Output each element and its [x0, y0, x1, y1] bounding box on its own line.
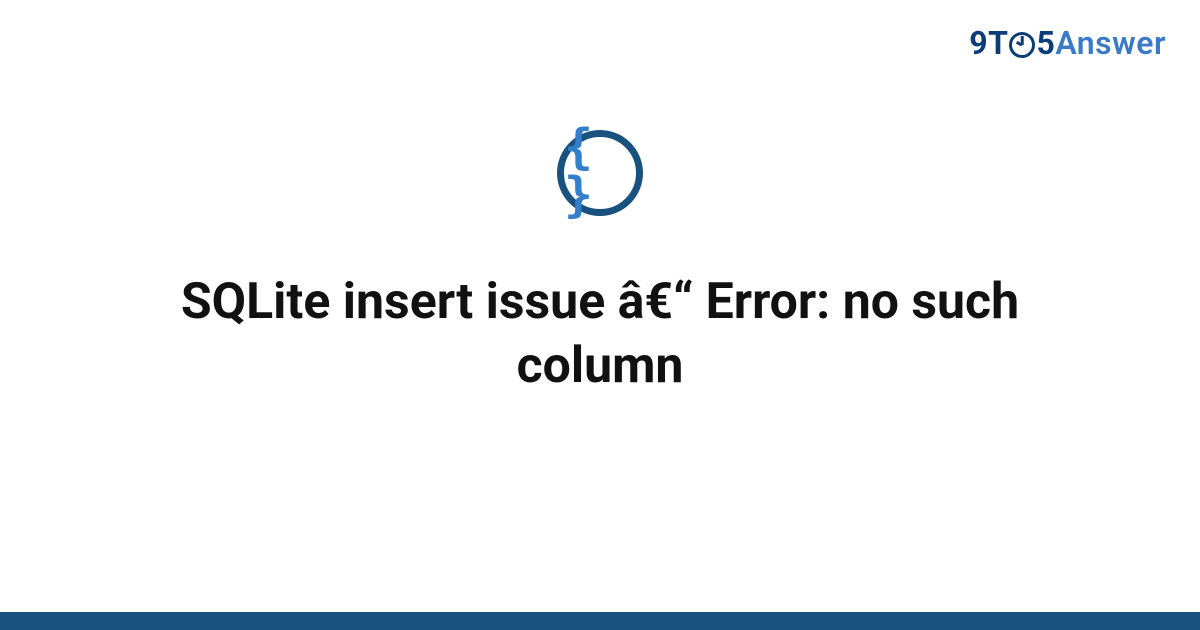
center-content: { } SQLite insert issue â€“ Error: no su…	[0, 130, 1200, 398]
page-title: SQLite insert issue â€“ Error: no such c…	[120, 270, 1080, 398]
logo-t: T	[988, 24, 1008, 62]
braces-icon: { }	[564, 123, 636, 219]
site-logo: 9T5Answer	[969, 24, 1166, 62]
card-page: 9T5Answer { } SQLite insert issue â€“ Er…	[0, 0, 1200, 630]
category-badge: { }	[557, 130, 643, 216]
clock-icon	[1009, 32, 1035, 58]
footer-bar	[0, 612, 1200, 630]
logo-answer: Answer	[1055, 24, 1166, 62]
logo-nine: 9	[969, 24, 988, 62]
logo-five: 5	[1036, 24, 1055, 62]
